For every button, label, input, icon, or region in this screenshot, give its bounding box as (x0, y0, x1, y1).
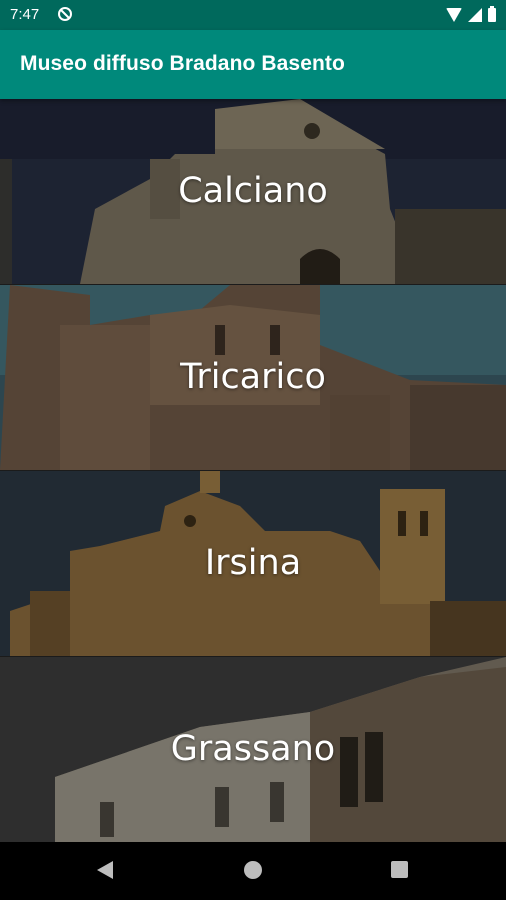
signal-icon (468, 8, 482, 22)
recents-icon[interactable] (391, 861, 408, 878)
status-time: 7:47 (10, 6, 40, 23)
town-card-calciano[interactable]: Calciano (0, 99, 506, 284)
town-card-tricarico[interactable]: Tricarico (0, 285, 506, 470)
app-title: Museo diffuso Bradano Basento (20, 52, 345, 75)
back-icon[interactable] (97, 861, 113, 879)
app-bar: Museo diffuso Bradano Basento (0, 30, 506, 99)
status-icons (446, 6, 496, 24)
app-notification-icon (58, 7, 72, 21)
navigation-bar (0, 842, 506, 900)
town-name: Tricarico (180, 357, 326, 397)
town-name: Calciano (178, 171, 328, 211)
home-icon[interactable] (244, 861, 262, 879)
town-card-irsina[interactable]: Irsina (0, 471, 506, 656)
town-name: Irsina (204, 543, 302, 583)
battery-icon (488, 6, 496, 22)
town-card-grassano[interactable]: Grassano (0, 657, 506, 842)
town-name: Grassano (170, 729, 336, 769)
wifi-icon (446, 8, 462, 22)
status-bar: 7:47 (0, 0, 506, 30)
town-list: Calciano Tricarico Irsina Grassano (0, 99, 506, 842)
